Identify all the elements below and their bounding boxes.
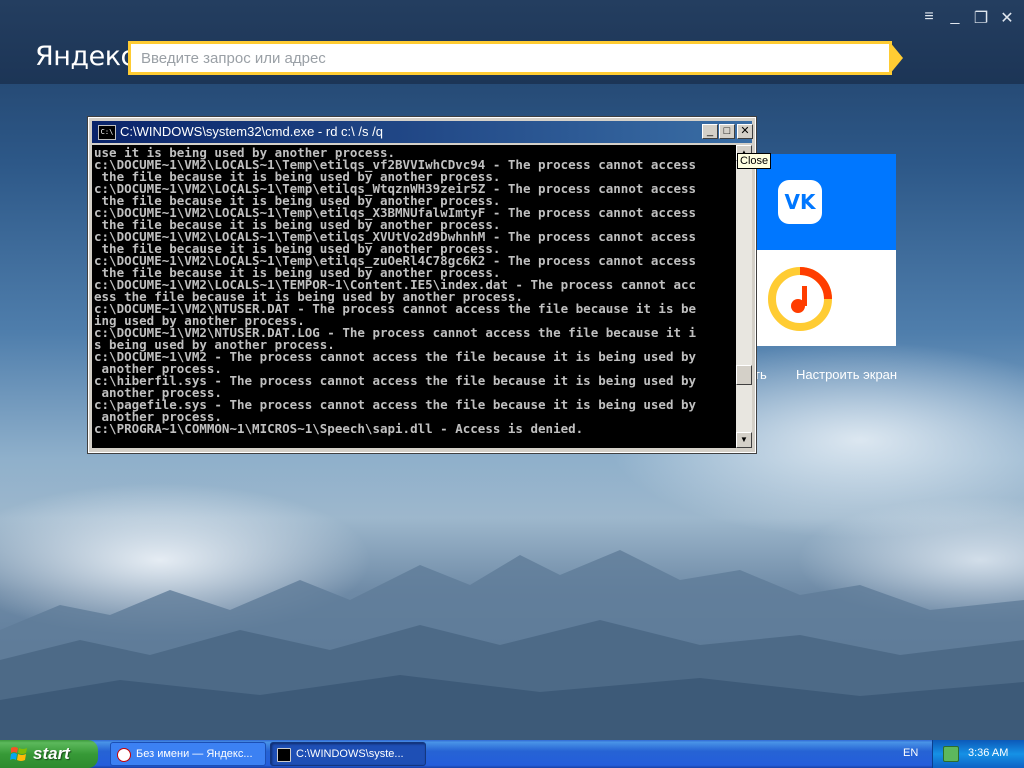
browser-header: Яндекс ≡ _ ❐ ✕ <box>0 0 1024 84</box>
cmd-scrollbar[interactable]: ▲ ▼ <box>736 145 752 448</box>
mountain-landscape <box>0 550 1024 740</box>
menu-icon[interactable]: ≡ <box>918 8 940 26</box>
address-bar[interactable] <box>128 41 892 75</box>
network-icon[interactable] <box>943 746 959 762</box>
console-line: c:\PROGRA~1\COMMON~1\MICROS~1\Speech\sap… <box>94 421 584 436</box>
vk-logo-icon: VK <box>778 180 822 224</box>
cmd-minimize-button[interactable]: _ <box>702 124 718 139</box>
scroll-down-icon[interactable]: ▼ <box>736 432 752 448</box>
windows-logo-icon <box>10 747 27 761</box>
taskbar: start Без имени — Яндекс... C:\WINDOWS\s… <box>0 740 1024 768</box>
start-label: start <box>33 744 70 763</box>
music-icon <box>768 267 832 331</box>
address-bar-arrow <box>889 41 903 75</box>
cmd-icon[interactable]: C:\ <box>98 125 116 140</box>
close-icon[interactable]: ✕ <box>996 8 1018 27</box>
console-text: use it is being used by another process.… <box>92 145 736 435</box>
start-button[interactable]: start <box>0 740 98 768</box>
close-tooltip: Close <box>737 153 772 169</box>
cmd-title: C:\WINDOWS\system32\cmd.exe - rd c:\ /s … <box>120 124 383 139</box>
taskbar-item-label: C:\WINDOWS\syste... <box>296 748 404 760</box>
scroll-thumb[interactable] <box>736 365 752 385</box>
cmd-title-bar[interactable]: C:\ C:\WINDOWS\system32\cmd.exe - rd c:\… <box>92 121 753 143</box>
cmd-window: C:\ C:\WINDOWS\system32\cmd.exe - rd c:\… <box>87 116 757 454</box>
vk-tile[interactable]: VK <box>754 154 896 250</box>
cmd-icon <box>277 748 291 762</box>
restore-icon[interactable]: ❐ <box>970 8 992 27</box>
cmd-maximize-button[interactable]: □ <box>719 124 735 139</box>
cmd-close-button[interactable]: ✕ <box>737 124 753 139</box>
system-tray: 3:36 AM <box>932 740 1024 768</box>
speed-dial-tiles: VK <box>754 154 896 346</box>
minimize-icon[interactable]: _ <box>944 8 966 26</box>
customize-screen-link[interactable]: Настроить экран <box>796 367 897 382</box>
yandex-music-tile[interactable] <box>754 250 896 346</box>
cmd-console-output[interactable]: use it is being used by another process.… <box>92 145 736 448</box>
taskbar-item-yandex[interactable]: Без имени — Яндекс... <box>110 742 266 766</box>
language-indicator[interactable]: EN <box>903 747 918 759</box>
taskbar-item-cmd[interactable]: C:\WINDOWS\syste... <box>270 742 426 766</box>
yandex-logo: Яндекс <box>35 41 135 72</box>
yandex-browser-icon <box>117 748 131 762</box>
address-input[interactable] <box>131 44 889 72</box>
taskbar-item-label: Без имени — Яндекс... <box>136 748 253 760</box>
clock[interactable]: 3:36 AM <box>968 747 1008 759</box>
